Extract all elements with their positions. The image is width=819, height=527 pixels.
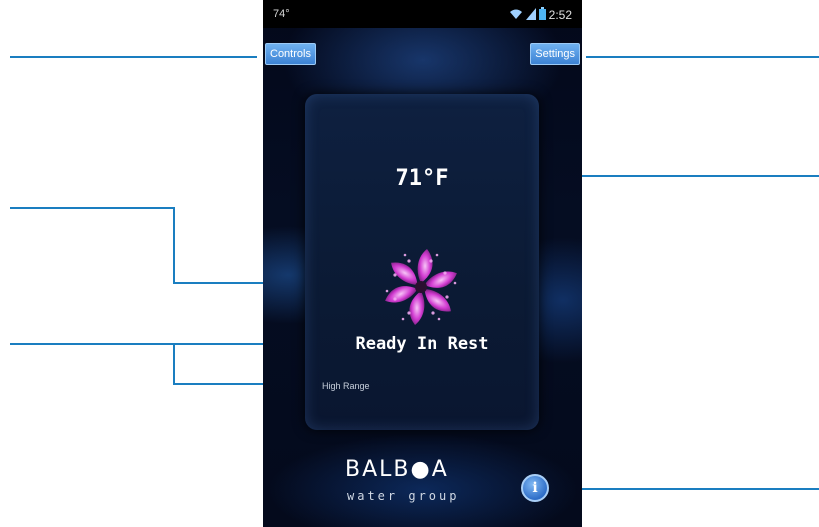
callout-line-logo [173, 207, 175, 284]
settings-button[interactable]: Settings [530, 43, 580, 65]
phone-screen: 74° 2:52 Controls Settings 71°F Ready In… [263, 0, 582, 527]
callout-line-status [173, 343, 175, 385]
balboa-swirl-icon [376, 242, 466, 332]
status-icons: 2:52 [509, 7, 572, 23]
info-icon: i [532, 480, 538, 496]
wifi-icon [509, 8, 523, 23]
info-button[interactable]: i [521, 474, 549, 502]
main-panel: 71°F Ready In Rest High Range [305, 94, 539, 430]
temperature-range: High Range [322, 381, 370, 391]
brand-logo-tagline: water group [347, 489, 460, 503]
signal-icon [525, 7, 536, 23]
set-temperature[interactable]: 71°F [305, 166, 539, 191]
callout-line-settings [586, 56, 819, 58]
status-bar: 74° 2:52 [263, 0, 582, 28]
callout-line-logo [10, 207, 175, 209]
callout-line-info [566, 488, 819, 490]
battery-icon [538, 7, 546, 23]
status-temperature: 74° [273, 8, 290, 20]
callout-line-controls [10, 56, 257, 58]
status-time: 2:52 [548, 8, 572, 22]
status-message[interactable]: Ready In Rest [305, 334, 539, 354]
brand-logo-name: BALB●A [345, 457, 449, 482]
controls-button[interactable]: Controls [265, 43, 316, 65]
